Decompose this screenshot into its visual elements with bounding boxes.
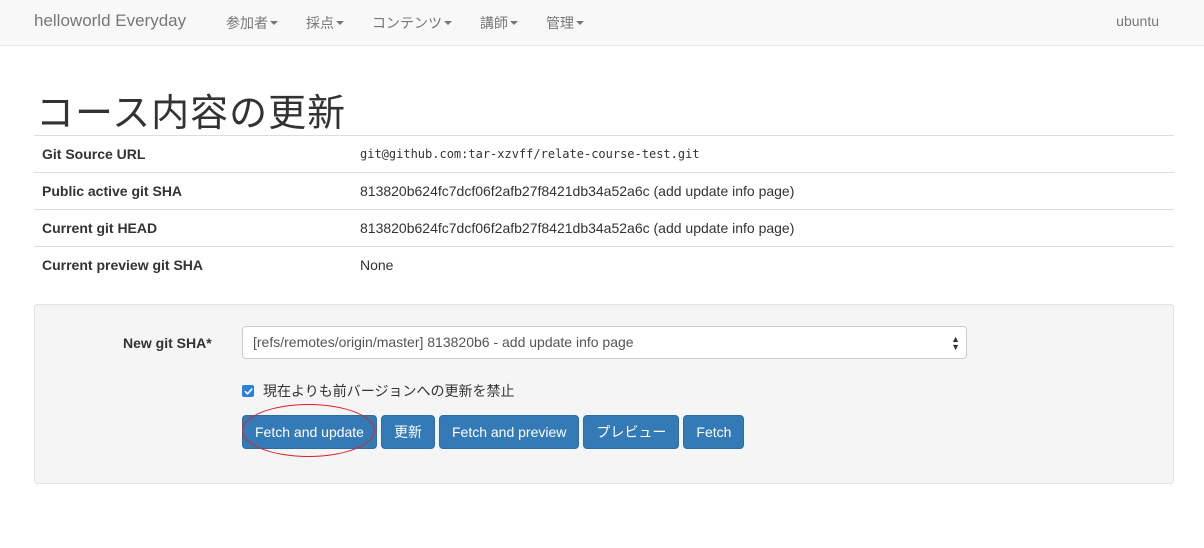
prevent-downgrade-checkbox[interactable]	[242, 385, 254, 397]
top-navbar: helloworld Everyday 参加者 採点 コンテンツ 講師 管理 u…	[0, 0, 1204, 46]
info-value: git@github.com:tar-xzvff/relate-course-t…	[352, 135, 1174, 173]
info-value: None	[352, 246, 1174, 284]
menu-participants[interactable]: 参加者	[212, 13, 292, 33]
select-arrows-icon: ▲ ▼	[951, 334, 960, 352]
caret-down-icon	[510, 21, 518, 25]
prevent-downgrade-label: 現在よりも前バージョンへの更新を禁止	[263, 383, 515, 399]
prevent-downgrade-row: 現在よりも前バージョンへの更新を禁止	[242, 381, 514, 401]
menu-grading[interactable]: 採点	[292, 13, 358, 33]
git-sha-selected-value: [refs/remotes/origin/master] 813820b6 - …	[253, 334, 634, 350]
main-menu: 参加者 採点 コンテンツ 講師 管理	[212, 0, 598, 46]
menu-admin[interactable]: 管理	[532, 13, 598, 33]
menu-instructor-label: 講師	[480, 15, 508, 31]
preview-button[interactable]: プレビュー	[583, 415, 680, 449]
git-sha-select[interactable]: [refs/remotes/origin/master] 813820b6 - …	[242, 326, 967, 359]
info-label: Current preview git SHA	[34, 246, 352, 284]
menu-admin-label: 管理	[546, 15, 574, 31]
update-form: New git SHA* [refs/remotes/origin/master…	[34, 304, 1174, 484]
menu-content[interactable]: コンテンツ	[358, 13, 466, 33]
brand-link[interactable]: helloworld Everyday	[34, 11, 186, 31]
table-row: Current git HEAD 813820b624fc7dcf06f2afb…	[34, 209, 1174, 247]
menu-instructor[interactable]: 講師	[466, 13, 532, 33]
table-row: Git Source URL git@github.com:tar-xzvff/…	[34, 135, 1174, 173]
table-row: Public active git SHA 813820b624fc7dcf06…	[34, 172, 1174, 210]
user-menu[interactable]: ubuntu	[1116, 13, 1159, 29]
caret-down-icon	[576, 21, 584, 25]
course-info-table: Git Source URL git@github.com:tar-xzvff/…	[34, 135, 1174, 284]
info-label: Git Source URL	[34, 135, 352, 173]
info-label: Current git HEAD	[34, 209, 352, 247]
menu-participants-label: 参加者	[226, 15, 268, 31]
annotation-circle	[242, 404, 375, 457]
checkmark-icon	[244, 387, 253, 395]
caret-down-icon	[444, 21, 452, 25]
menu-grading-label: 採点	[306, 15, 334, 31]
caret-down-icon	[270, 21, 278, 25]
caret-down-icon	[336, 21, 344, 25]
info-value: 813820b624fc7dcf06f2afb27f8421db34a52a6c…	[352, 172, 1174, 210]
table-row: Current preview git SHA None	[34, 246, 1174, 284]
fetch-and-preview-button[interactable]: Fetch and preview	[438, 415, 580, 449]
menu-content-label: コンテンツ	[372, 15, 442, 31]
info-value: 813820b624fc7dcf06f2afb27f8421db34a52a6c…	[352, 209, 1174, 247]
sha-field-label: New git SHA*	[123, 335, 212, 351]
fetch-button[interactable]: Fetch	[683, 415, 745, 449]
page-title: コース内容の更新	[36, 91, 347, 135]
info-label: Public active git SHA	[34, 172, 352, 210]
update-button[interactable]: 更新	[380, 415, 435, 449]
